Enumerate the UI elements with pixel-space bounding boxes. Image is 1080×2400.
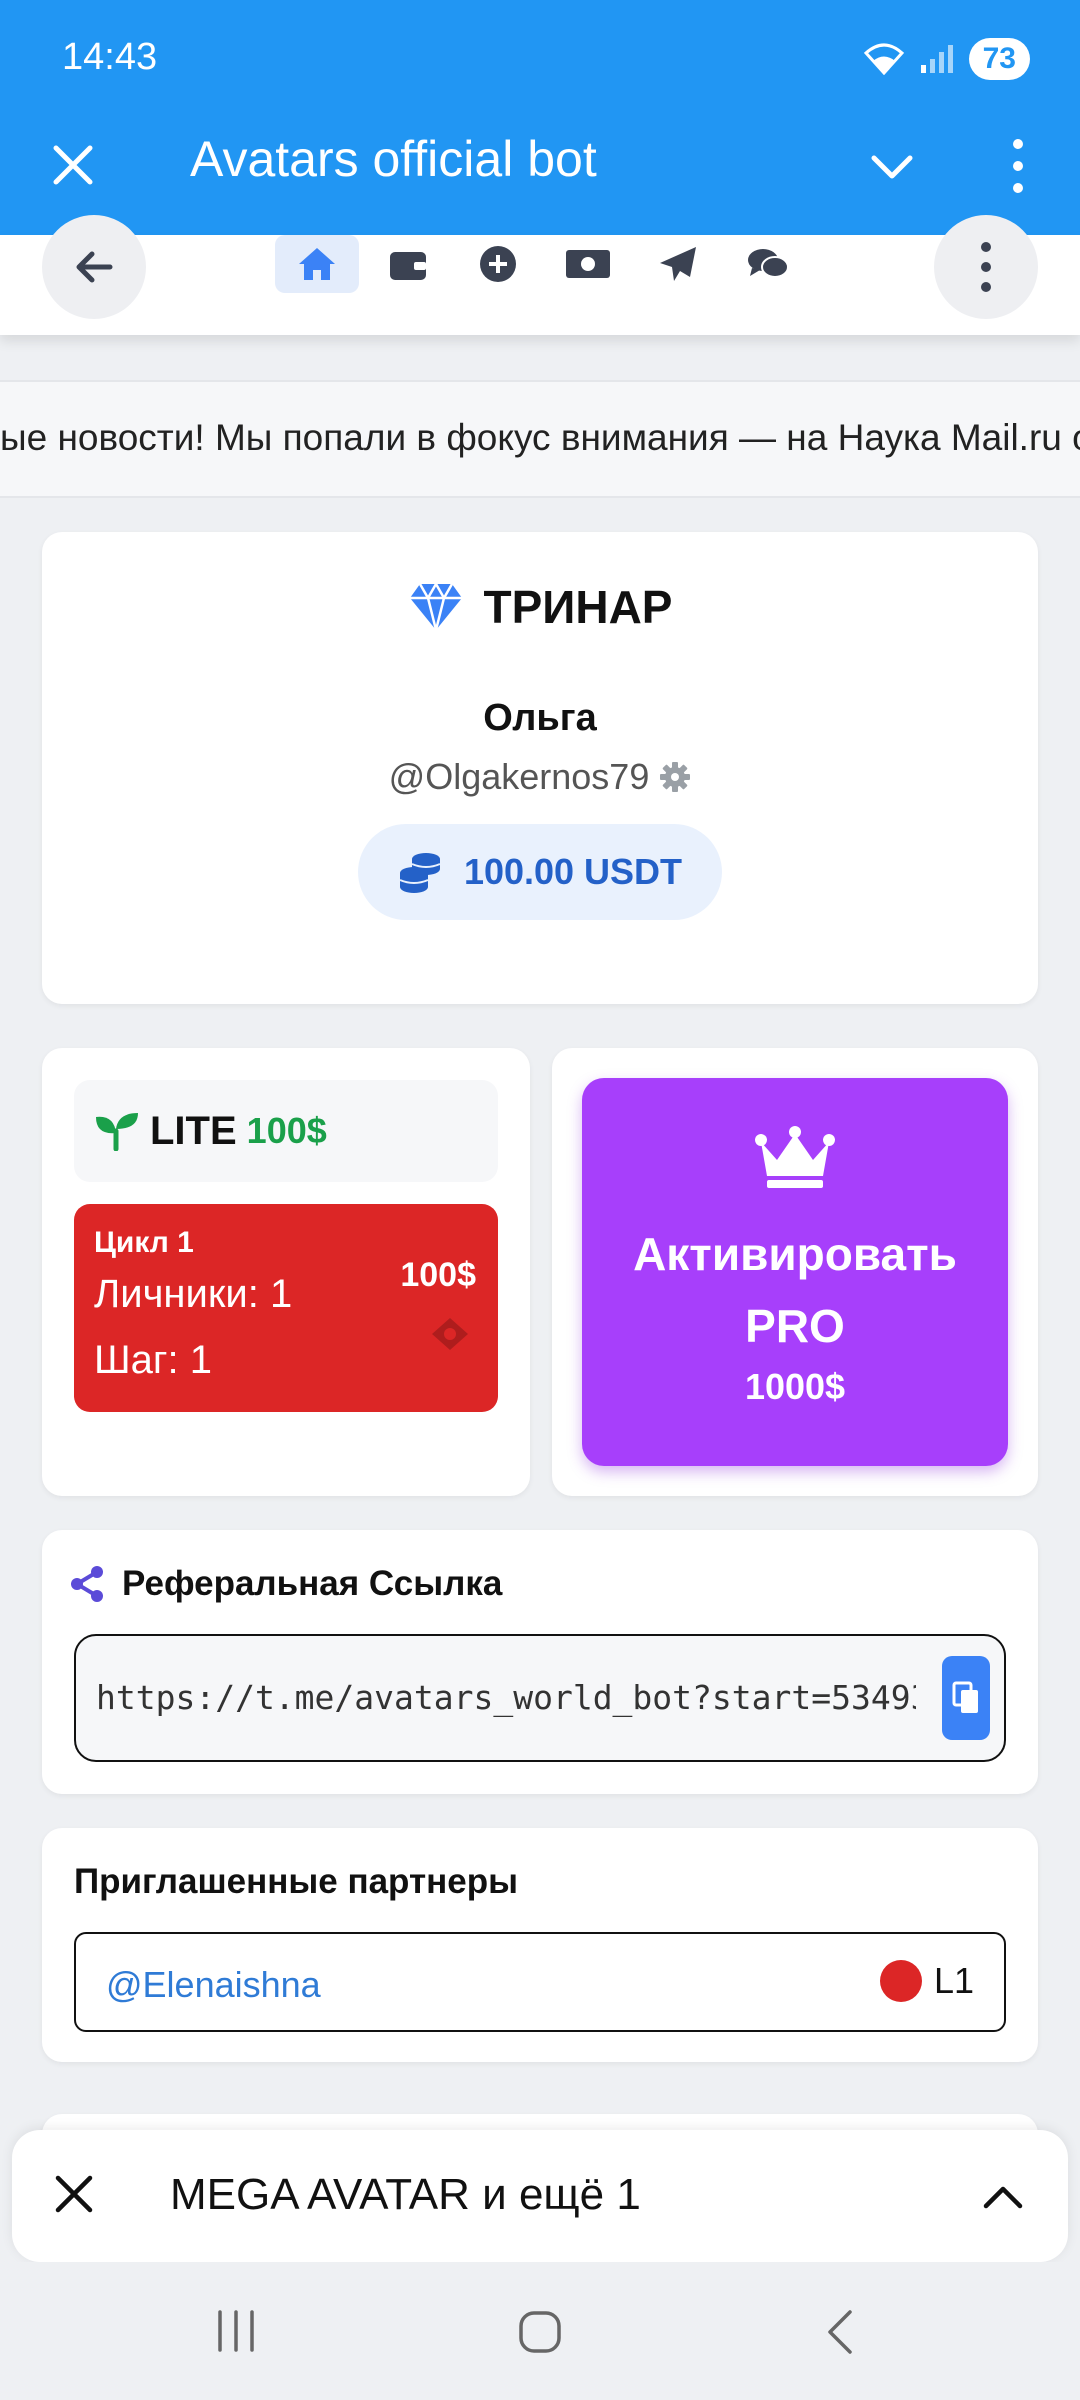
home-button-icon[interactable]	[516, 2308, 564, 2356]
cycle-amount: 100$	[400, 1256, 476, 1294]
nav-wallet[interactable]	[365, 235, 451, 293]
nav-icon-group	[275, 235, 811, 293]
partner-handle[interactable]: @Elenaishna	[106, 1964, 321, 2006]
signal-icon	[920, 45, 953, 73]
telegram-header: 14:43 73 Avatars official bot	[0, 0, 1080, 235]
status-icons: 73	[863, 38, 1030, 80]
referral-title: Реферальная Ссылка	[122, 1564, 503, 1603]
pro-price: 1000$	[744, 1366, 846, 1407]
coins-icon	[399, 853, 441, 893]
back-button[interactable]	[42, 215, 146, 319]
balance-amount: 100.00 USDT	[463, 851, 683, 892]
referral-url: https://t.me/avatars_world_bot?start=534…	[96, 1678, 916, 1717]
chevron-down-icon[interactable]	[866, 142, 918, 194]
comments-icon	[748, 249, 789, 278]
system-nav-bar	[0, 2262, 1080, 2400]
referral-header: Реферальная Ссылка	[70, 1564, 502, 1604]
ticker-text: ые новости! Мы попали в фокус внимания —…	[0, 417, 1080, 458]
status-time: 14:43	[62, 36, 158, 78]
cycle-personal-count: Личники: 1	[94, 1272, 293, 1316]
minimized-apps-title: MEGA AVATAR и ещё 1	[170, 2170, 641, 2219]
back-nav-icon[interactable]	[820, 2308, 860, 2356]
seedling-icon	[96, 1113, 138, 1151]
gem-icon	[409, 582, 462, 631]
nav-chat[interactable]	[725, 235, 811, 293]
nav-send[interactable]	[635, 235, 721, 293]
telegram-title-row: Avatars official bot	[0, 120, 1080, 220]
user-handle-row: @Olgakernos79	[42, 756, 1038, 798]
minimized-apps-bar[interactable]: MEGA AVATAR и ещё 1	[12, 2130, 1068, 2262]
crown-icon	[755, 1126, 835, 1188]
close-icon[interactable]	[52, 2172, 96, 2216]
more-vertical-icon[interactable]	[998, 134, 1038, 198]
partner-level: L1	[879, 1960, 974, 2002]
cycle-emblem-icon	[432, 1318, 468, 1350]
partner-row[interactable]: @Elenaishna L1	[74, 1932, 1006, 2032]
tariff-name: LITE	[150, 1108, 237, 1153]
profile-card: ТРИНАР Ольга @Olgakernos79 100.00 USDT	[42, 532, 1038, 1004]
paper-plane-icon	[660, 247, 696, 281]
pro-card: Активировать PRO 1000$	[552, 1048, 1038, 1496]
user-handle: @Olgakernos79	[388, 756, 650, 797]
plus-circle-icon	[480, 246, 516, 282]
arrow-left-icon	[76, 251, 113, 283]
recent-apps-icon[interactable]	[214, 2308, 258, 2354]
nav-home[interactable]	[275, 235, 359, 293]
wallet-icon	[390, 252, 426, 280]
nav-money[interactable]	[545, 235, 631, 293]
cycle-step: Шаг: 1	[94, 1338, 212, 1382]
lite-tariff-card: LITE 100$ Цикл 1 Личники: 1 Шаг: 1 100$	[42, 1048, 530, 1496]
money-bill-icon	[566, 250, 610, 278]
referral-card: Реферальная Ссылка https://t.me/avatars_…	[42, 1530, 1038, 1794]
news-ticker[interactable]: ые новости! Мы попали в фокус внимания —…	[0, 380, 1080, 498]
referral-link-field[interactable]: https://t.me/avatars_world_bot?start=534…	[74, 1634, 1006, 1762]
more-vertical-icon	[981, 242, 991, 292]
cycle-title: Цикл 1	[94, 1226, 194, 1259]
lite-header: LITE 100$	[74, 1080, 498, 1182]
partners-title: Приглашенные партнеры	[74, 1862, 518, 1901]
balance-pill[interactable]: 100.00 USDT	[358, 824, 722, 920]
battery-indicator: 73	[968, 38, 1030, 80]
nav-add[interactable]	[455, 235, 541, 293]
pro-label: Активировать PRO	[633, 1228, 957, 1352]
copy-icon	[952, 1681, 978, 1713]
chevron-up-icon[interactable]	[980, 2174, 1026, 2220]
app-top-nav	[0, 215, 1080, 335]
user-name: Ольга	[483, 697, 597, 739]
activate-pro-button[interactable]: Активировать PRO 1000$	[582, 1078, 1008, 1466]
menu-button[interactable]	[934, 215, 1038, 319]
partners-card: Приглашенные партнеры @Elenaishna L1	[42, 1828, 1038, 2062]
level-status-dot	[879, 1960, 922, 2002]
status-bar: 14:43 73	[0, 0, 1080, 120]
cycle-box[interactable]: Цикл 1 Личники: 1 Шаг: 1 100$	[74, 1204, 498, 1412]
gear-icon[interactable]	[659, 761, 691, 793]
home-icon	[299, 248, 335, 280]
share-icon	[71, 1566, 103, 1602]
wifi-icon	[863, 43, 904, 75]
copy-link-button[interactable]	[942, 1656, 990, 1740]
bot-title: Avatars official bot	[190, 131, 597, 187]
partner-level-label: L1	[933, 1960, 974, 2001]
close-icon[interactable]	[48, 140, 98, 190]
tariff-price: 100$	[246, 1110, 327, 1151]
brand-name: ТРИНАР	[483, 581, 673, 633]
brand-title: ТРИНАР	[42, 580, 1038, 634]
